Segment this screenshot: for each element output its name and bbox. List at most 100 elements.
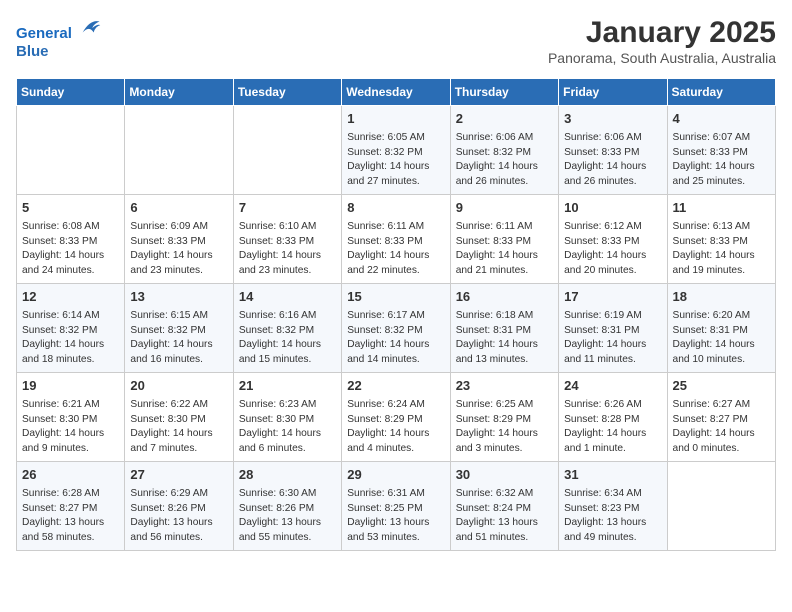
day-cell-24: 24Sunrise: 6:26 AMSunset: 8:28 PMDayligh… xyxy=(559,372,667,461)
day-info-line: Sunset: 8:32 PM xyxy=(130,324,227,339)
weekday-header-monday: Monday xyxy=(125,79,233,106)
day-cell-14: 14Sunrise: 6:16 AMSunset: 8:32 PMDayligh… xyxy=(233,283,341,372)
day-cell-19: 19Sunrise: 6:21 AMSunset: 8:30 PMDayligh… xyxy=(17,372,125,461)
day-number: 13 xyxy=(130,288,227,307)
day-info-line: Daylight: 14 hours xyxy=(347,160,444,175)
day-info-line: Sunrise: 6:18 AM xyxy=(456,309,553,324)
day-info-line: Daylight: 13 hours xyxy=(22,516,119,531)
day-info-line: Sunset: 8:33 PM xyxy=(347,235,444,250)
day-number: 6 xyxy=(130,199,227,218)
day-info-line: and 23 minutes. xyxy=(130,264,227,279)
day-number: 26 xyxy=(22,466,119,485)
day-info-line: and 53 minutes. xyxy=(347,531,444,546)
day-info-line: Daylight: 14 hours xyxy=(456,249,553,264)
weekday-header-friday: Friday xyxy=(559,79,667,106)
day-info-line: Daylight: 14 hours xyxy=(673,249,770,264)
day-info-line: Sunrise: 6:11 AM xyxy=(347,220,444,235)
day-number: 21 xyxy=(239,377,336,396)
day-cell-28: 28Sunrise: 6:30 AMSunset: 8:26 PMDayligh… xyxy=(233,461,341,550)
weekday-header-sunday: Sunday xyxy=(17,79,125,106)
day-info-line: Sunset: 8:30 PM xyxy=(22,413,119,428)
day-info-line: Sunset: 8:31 PM xyxy=(456,324,553,339)
day-info-line: Daylight: 13 hours xyxy=(456,516,553,531)
day-info-line: Daylight: 14 hours xyxy=(564,338,661,353)
day-number: 15 xyxy=(347,288,444,307)
day-info-line: and 16 minutes. xyxy=(130,353,227,368)
day-cell-29: 29Sunrise: 6:31 AMSunset: 8:25 PMDayligh… xyxy=(342,461,450,550)
day-info-line: Daylight: 14 hours xyxy=(22,427,119,442)
day-info-line: and 9 minutes. xyxy=(22,442,119,457)
day-cell-7: 7Sunrise: 6:10 AMSunset: 8:33 PMDaylight… xyxy=(233,194,341,283)
day-info-line: Sunrise: 6:06 AM xyxy=(564,131,661,146)
day-number: 8 xyxy=(347,199,444,218)
day-info-line: Sunrise: 6:14 AM xyxy=(22,309,119,324)
day-cell-23: 23Sunrise: 6:25 AMSunset: 8:29 PMDayligh… xyxy=(450,372,558,461)
day-info-line: Sunrise: 6:23 AM xyxy=(239,398,336,413)
day-number: 23 xyxy=(456,377,553,396)
day-number: 28 xyxy=(239,466,336,485)
day-info-line: Sunrise: 6:21 AM xyxy=(22,398,119,413)
day-info-line: and 25 minutes. xyxy=(673,175,770,190)
day-info-line: and 3 minutes. xyxy=(456,442,553,457)
day-info-line: Daylight: 13 hours xyxy=(347,516,444,531)
day-info-line: Sunrise: 6:06 AM xyxy=(456,131,553,146)
week-row-3: 12Sunrise: 6:14 AMSunset: 8:32 PMDayligh… xyxy=(17,283,776,372)
day-info-line: and 1 minute. xyxy=(564,442,661,457)
day-info-line: Daylight: 14 hours xyxy=(564,427,661,442)
day-info-line: Sunset: 8:33 PM xyxy=(564,235,661,250)
day-info-line: Sunset: 8:27 PM xyxy=(22,502,119,517)
day-cell-22: 22Sunrise: 6:24 AMSunset: 8:29 PMDayligh… xyxy=(342,372,450,461)
day-cell-17: 17Sunrise: 6:19 AMSunset: 8:31 PMDayligh… xyxy=(559,283,667,372)
day-cell-10: 10Sunrise: 6:12 AMSunset: 8:33 PMDayligh… xyxy=(559,194,667,283)
day-cell-12: 12Sunrise: 6:14 AMSunset: 8:32 PMDayligh… xyxy=(17,283,125,372)
day-cell-16: 16Sunrise: 6:18 AMSunset: 8:31 PMDayligh… xyxy=(450,283,558,372)
day-cell-5: 5Sunrise: 6:08 AMSunset: 8:33 PMDaylight… xyxy=(17,194,125,283)
day-info-line: Sunset: 8:26 PM xyxy=(239,502,336,517)
day-cell-8: 8Sunrise: 6:11 AMSunset: 8:33 PMDaylight… xyxy=(342,194,450,283)
day-info-line: Sunset: 8:24 PM xyxy=(456,502,553,517)
day-info-line: Sunrise: 6:25 AM xyxy=(456,398,553,413)
day-info-line: and 19 minutes. xyxy=(673,264,770,279)
title-block: January 2025 Panorama, South Australia, … xyxy=(548,16,776,66)
day-info-line: Sunset: 8:33 PM xyxy=(456,235,553,250)
day-info-line: Daylight: 14 hours xyxy=(347,427,444,442)
day-info-line: Sunset: 8:32 PM xyxy=(22,324,119,339)
day-number: 22 xyxy=(347,377,444,396)
day-info-line: and 23 minutes. xyxy=(239,264,336,279)
day-number: 1 xyxy=(347,110,444,129)
empty-cell xyxy=(125,106,233,195)
day-info-line: Daylight: 14 hours xyxy=(456,427,553,442)
week-row-5: 26Sunrise: 6:28 AMSunset: 8:27 PMDayligh… xyxy=(17,461,776,550)
day-number: 16 xyxy=(456,288,553,307)
logo-bird-icon xyxy=(79,16,101,38)
day-cell-15: 15Sunrise: 6:17 AMSunset: 8:32 PMDayligh… xyxy=(342,283,450,372)
day-info-line: Sunset: 8:33 PM xyxy=(673,235,770,250)
day-number: 3 xyxy=(564,110,661,129)
day-info-line: Daylight: 14 hours xyxy=(673,427,770,442)
day-info-line: Sunrise: 6:29 AM xyxy=(130,487,227,502)
day-info-line: Sunset: 8:33 PM xyxy=(673,146,770,161)
week-row-2: 5Sunrise: 6:08 AMSunset: 8:33 PMDaylight… xyxy=(17,194,776,283)
day-number: 11 xyxy=(673,199,770,218)
logo-general: General xyxy=(16,25,72,42)
empty-cell xyxy=(17,106,125,195)
weekday-header-saturday: Saturday xyxy=(667,79,775,106)
logo-blue: Blue xyxy=(16,43,49,60)
day-cell-2: 2Sunrise: 6:06 AMSunset: 8:32 PMDaylight… xyxy=(450,106,558,195)
weekday-header-tuesday: Tuesday xyxy=(233,79,341,106)
day-info-line: and 51 minutes. xyxy=(456,531,553,546)
day-cell-27: 27Sunrise: 6:29 AMSunset: 8:26 PMDayligh… xyxy=(125,461,233,550)
weekday-header-wednesday: Wednesday xyxy=(342,79,450,106)
day-info-line: Daylight: 14 hours xyxy=(130,427,227,442)
day-number: 18 xyxy=(673,288,770,307)
day-info-line: Sunrise: 6:09 AM xyxy=(130,220,227,235)
day-info-line: Sunrise: 6:05 AM xyxy=(347,131,444,146)
week-row-4: 19Sunrise: 6:21 AMSunset: 8:30 PMDayligh… xyxy=(17,372,776,461)
day-cell-11: 11Sunrise: 6:13 AMSunset: 8:33 PMDayligh… xyxy=(667,194,775,283)
day-number: 27 xyxy=(130,466,227,485)
weekday-header-row: SundayMondayTuesdayWednesdayThursdayFrid… xyxy=(17,79,776,106)
day-info-line: Sunset: 8:30 PM xyxy=(239,413,336,428)
day-info-line: Sunrise: 6:28 AM xyxy=(22,487,119,502)
day-info-line: and 0 minutes. xyxy=(673,442,770,457)
day-info-line: Sunset: 8:23 PM xyxy=(564,502,661,517)
